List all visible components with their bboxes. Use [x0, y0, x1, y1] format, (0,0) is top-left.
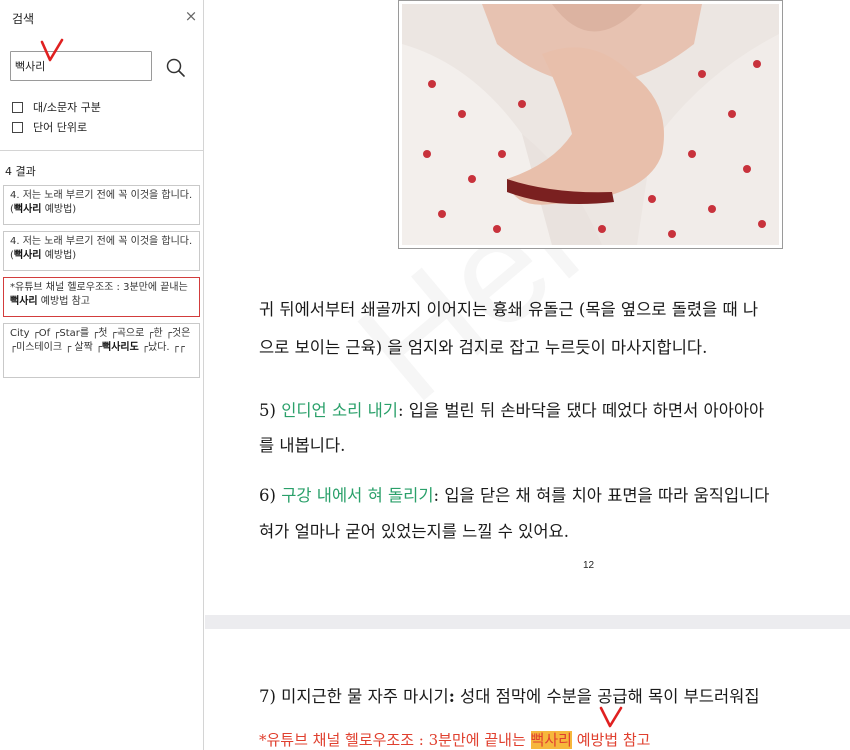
search-result-item-selected[interactable]: *유튜브 채널 헬로우조조 : 3분만에 끝내는 뻑사리 예방법 참고	[3, 277, 200, 317]
item-number: 5)	[259, 401, 282, 420]
photo-image	[402, 4, 779, 245]
result-text: 예방법)	[41, 204, 77, 215]
paragraph-line: 으로 보이는 근육) 을 엄지와 검지로 잡고 누르듯이 마사지합니다.	[259, 338, 708, 357]
divider	[0, 150, 204, 151]
document-photo	[398, 0, 783, 249]
search-result-item[interactable]: 4. 저는 노래 부르기 전에 꼭 이것을 합니다. (뻑사리 예방법)	[3, 231, 200, 271]
close-icon[interactable]: ×	[184, 9, 198, 24]
list-item-7: 7) 미지근한 물 자주 마시기: 성대 점막에 수분을 공급해 목이 부드러워…	[259, 683, 760, 707]
result-match: 뻑사리	[13, 204, 42, 215]
search-panel: 검색 × 대/소문자 구분 단어 단위로 4 결과 4. 저는 노래 부르기 전…	[0, 0, 204, 750]
result-text: *유튜브 채널 헬로우조조 : 3분만에 끝내는	[10, 282, 188, 293]
item-number: 6)	[259, 486, 282, 505]
result-text: 예방법)	[41, 250, 77, 261]
match-case-label: 대/소문자 구분	[33, 101, 101, 114]
item-title: 인디언 소리 내기	[281, 401, 398, 420]
checkbox-box[interactable]	[12, 121, 23, 133]
whole-word-checkbox[interactable]: 단어 단위로	[12, 120, 87, 134]
red-check-mark-icon	[599, 706, 623, 728]
search-result-item[interactable]: City ┌Of ┌Star를 ┌첫 ┌곡으로 ┌한 ┌것은 ┌미스테이크 ┌ …	[3, 323, 200, 378]
search-input[interactable]	[10, 51, 152, 81]
match-case-checkbox[interactable]: 대/소문자 구분	[12, 100, 101, 114]
result-text: ┌났다. ┌┌	[138, 342, 185, 353]
paragraph-line: 혀가 얼마나 굳어 있었는지를 느낄 수 있어요.	[259, 522, 569, 541]
paragraph-line: 귀 뒤에서부터 쇄골까지 이어지는 흉쇄 유돌근 (목을 옆으로 돌렸을 때 나	[259, 300, 759, 319]
paragraph-line: 를 내봅니다.	[259, 436, 346, 455]
item-text: : 입을 벌린 뒤 손바닥을 댔다 떼었다 하면서 아아아아	[397, 401, 765, 420]
note-text: 예방법 참고	[571, 731, 651, 749]
document-view[interactable]: Hel 귀 뒤에서부터 쇄골까지 이어지는 흉쇄 유돌근	[205, 0, 850, 750]
checkbox-box[interactable]	[12, 101, 23, 113]
list-item-5: 5) 인디언 소리 내기: 입을 벌린 뒤 손바닥을 댔다 떼었다 하면서 아아…	[259, 397, 764, 421]
page-number: 12	[583, 560, 595, 571]
item-title: 구강 내에서 혀 돌리기	[281, 486, 434, 505]
results-count: 4 결과	[5, 165, 36, 178]
search-highlight: 뻑사리	[530, 731, 572, 749]
whole-word-label: 단어 단위로	[33, 121, 88, 134]
page-separator	[205, 615, 850, 629]
result-match: 뻑사리도	[102, 342, 139, 353]
panel-title: 검색	[12, 12, 35, 26]
item-text: : 입을 닫은 채 혀를 치아 표면을 따라 움직입니다	[433, 486, 770, 505]
item-text: 7) 미지근한 물 자주 마시기	[259, 687, 449, 706]
list-item-6: 6) 구강 내에서 혀 돌리기: 입을 닫은 채 혀를 치아 표면을 따라 움직…	[259, 482, 770, 506]
result-match: 뻑사리	[10, 296, 38, 307]
source-note: *유튜브 채널 헬로우조조 : 3분만에 끝내는 뻑사리 예방법 참고	[259, 729, 650, 750]
note-text: *유튜브 채널 헬로우조조 : 3분만에 끝내는	[259, 731, 531, 749]
search-result-item[interactable]: 4. 저는 노래 부르기 전에 꼭 이것을 합니다. (뻑사리 예방법)	[3, 185, 200, 225]
search-icon[interactable]	[164, 56, 186, 78]
item-text: 성대 점막에 수분을 공급해 목이 부드러워집	[454, 687, 760, 706]
result-text: 예방법 참고	[37, 296, 90, 307]
result-match: 뻑사리	[13, 250, 42, 261]
